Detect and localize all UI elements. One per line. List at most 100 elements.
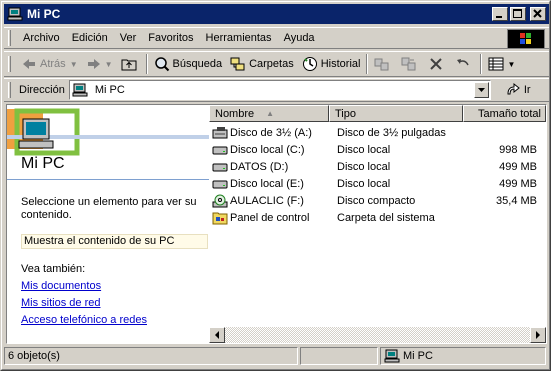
list-item[interactable]: Disco local (E:) Disco local 499 MB: [209, 175, 546, 192]
back-arrow-icon: [21, 56, 37, 72]
history-button[interactable]: Historial: [298, 53, 365, 75]
list-rows: Disco de 3½ (A:) Disco de 3½ pulgadas Di…: [209, 124, 546, 226]
go-label: Ir: [523, 84, 531, 96]
horizontal-scrollbar[interactable]: [209, 327, 546, 343]
list-item[interactable]: Disco de 3½ (A:) Disco de 3½ pulgadas: [209, 124, 546, 141]
back-button[interactable]: Atrás ▼: [17, 53, 82, 75]
delete-button[interactable]: [424, 53, 451, 75]
forward-dropdown-icon[interactable]: ▼: [105, 60, 113, 69]
chevron-down-icon: [477, 88, 485, 92]
list-header: Nombre ▲ Tipo Tamaño total: [209, 105, 546, 122]
menu-favoritos[interactable]: Favoritos: [142, 32, 199, 44]
status-location-text: Mi PC: [403, 350, 433, 362]
column-name-label: Nombre: [215, 107, 255, 120]
status-count: 6 objeto(s): [4, 347, 298, 365]
item-type: Carpeta del sistema: [337, 211, 435, 224]
history-label: Historial: [320, 58, 361, 70]
item-name: Disco local (C:): [230, 143, 305, 156]
undo-button[interactable]: [451, 53, 478, 75]
status-location: Mi PC: [380, 347, 546, 365]
address-label: Dirección: [19, 84, 65, 96]
history-icon: [302, 56, 318, 72]
minimize-icon: [496, 16, 502, 18]
views-icon: [488, 56, 504, 72]
windows-logo-icon: [507, 29, 545, 49]
views-dropdown-icon[interactable]: ▼: [507, 60, 515, 69]
menu-edicion[interactable]: Edición: [66, 32, 114, 44]
toolbar-grip[interactable]: [8, 56, 11, 72]
column-size-label: Tamaño total: [478, 107, 541, 120]
control-panel-icon: [212, 211, 228, 225]
column-header-name[interactable]: Nombre ▲: [209, 105, 329, 122]
scroll-track[interactable]: [225, 327, 530, 343]
pane-divider: [7, 179, 209, 180]
up-folder-icon: [121, 56, 137, 72]
close-button[interactable]: [530, 7, 546, 21]
menu-herramientas[interactable]: Herramientas: [200, 32, 278, 44]
list-item[interactable]: DATOS (D:) Disco local 499 MB: [209, 158, 546, 175]
scroll-left-button[interactable]: [209, 327, 225, 343]
folders-label: Carpetas: [249, 58, 294, 70]
status-count-text: 6 objeto(s): [8, 350, 60, 362]
forward-button[interactable]: ▼: [82, 53, 117, 75]
copy-to-button[interactable]: [397, 53, 424, 75]
toolbar-separator: [480, 54, 483, 74]
forward-arrow-icon: [86, 56, 102, 72]
item-size: 35,4 MB: [496, 194, 537, 207]
link-mis-sitios-de-red[interactable]: Mis sitios de red: [21, 297, 100, 309]
title-bar[interactable]: Mi PC: [4, 4, 549, 24]
toolbar-separator: [366, 54, 369, 74]
link-mis-documentos[interactable]: Mis documentos: [21, 280, 101, 292]
search-label: Búsqueda: [172, 58, 223, 70]
addressbar-grip[interactable]: [8, 82, 11, 98]
pane-title: Mi PC: [21, 155, 65, 172]
pane-info-box: Muestra el contenido de su PC: [21, 234, 208, 249]
drive-icon: [212, 160, 228, 174]
window-frame: Mi PC Archivo Edición Ver Favoritos Herr…: [1, 1, 550, 370]
address-dropdown-button[interactable]: [473, 82, 489, 98]
column-header-size[interactable]: Tamaño total: [463, 105, 546, 122]
list-item[interactable]: AULACLIC (F:) Disco compacto 35,4 MB: [209, 192, 546, 209]
folders-button[interactable]: Carpetas: [226, 53, 298, 75]
cd-icon: [212, 194, 228, 208]
up-folder-button[interactable]: [117, 53, 144, 75]
menubar-grip[interactable]: [8, 30, 11, 46]
search-button[interactable]: Búsqueda: [150, 53, 227, 75]
floppy-icon: [212, 126, 228, 140]
column-header-type[interactable]: Tipo: [329, 105, 463, 122]
go-button[interactable]: Ir: [505, 82, 531, 98]
copy-to-icon: [401, 56, 417, 72]
computer-icon: [7, 7, 23, 21]
drive-icon: [212, 177, 228, 191]
item-name: Disco local (E:): [230, 177, 304, 190]
menu-ayuda[interactable]: Ayuda: [278, 32, 321, 44]
item-type: Disco local: [337, 143, 391, 156]
item-name: Disco de 3½ (A:): [230, 126, 312, 139]
item-type: Disco local: [337, 160, 391, 173]
back-dropdown-icon[interactable]: ▼: [70, 60, 78, 69]
web-view-pane: Mi PC Seleccione un elemento para ver su…: [7, 105, 209, 343]
column-type-label: Tipo: [335, 107, 356, 120]
back-label: Atrás: [40, 58, 66, 70]
status-panel-empty: [300, 347, 378, 365]
file-list: Nombre ▲ Tipo Tamaño total Disco de 3½ (…: [209, 105, 546, 343]
address-value: Mi PC: [94, 84, 125, 96]
drive-icon: [212, 143, 228, 157]
computer-icon: [72, 82, 88, 98]
minimize-button[interactable]: [492, 7, 508, 21]
pane-description: Seleccione un elemento para ver su conte…: [21, 196, 197, 221]
maximize-button[interactable]: [510, 7, 526, 21]
menu-archivo[interactable]: Archivo: [17, 32, 66, 44]
address-input[interactable]: Mi PC: [68, 80, 491, 100]
status-bar: 6 objeto(s) Mi PC: [4, 346, 549, 366]
link-acceso-telefonico[interactable]: Acceso telefónico a redes: [21, 314, 147, 326]
move-to-icon: [374, 56, 390, 72]
address-bar: Dirección Mi PC Ir: [4, 78, 549, 102]
views-button[interactable]: ▼: [484, 53, 519, 75]
list-item[interactable]: Disco local (C:) Disco local 998 MB: [209, 141, 546, 158]
move-to-button[interactable]: [370, 53, 397, 75]
item-size: 499 MB: [499, 160, 537, 173]
menu-ver[interactable]: Ver: [114, 32, 143, 44]
list-item[interactable]: Panel de control Carpeta del sistema: [209, 209, 546, 226]
scroll-right-button[interactable]: [530, 327, 546, 343]
